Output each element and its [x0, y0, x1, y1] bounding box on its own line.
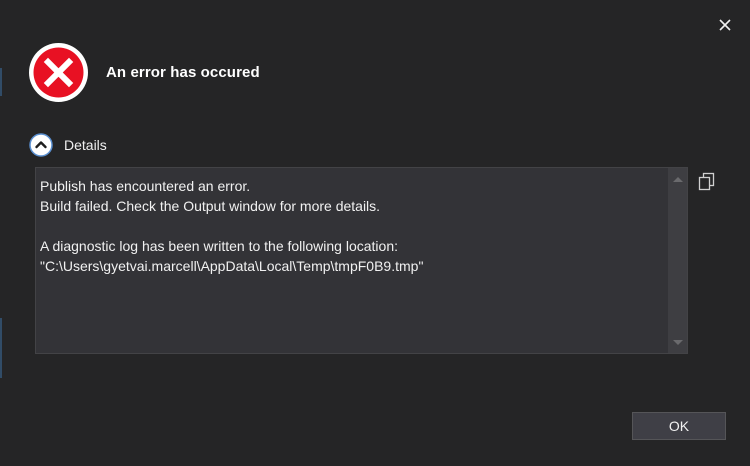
- close-icon: [719, 19, 731, 31]
- details-text-box[interactable]: Publish has encountered an error. Build …: [35, 167, 688, 354]
- vertical-scrollbar[interactable]: [668, 168, 687, 353]
- chevron-up-circle-icon: [29, 133, 53, 157]
- scroll-down-arrow-icon[interactable]: [673, 340, 683, 345]
- error-dialog: An error has occured Details Publish has…: [0, 0, 750, 466]
- window-edge-marker: [0, 318, 2, 378]
- dialog-header: An error has occured: [28, 41, 260, 103]
- details-toggle-label: Details: [64, 137, 107, 153]
- details-toggle[interactable]: Details: [29, 132, 107, 158]
- close-button[interactable]: [714, 14, 736, 36]
- details-text[interactable]: Publish has encountered an error. Build …: [40, 176, 665, 276]
- scroll-up-arrow-icon[interactable]: [673, 177, 683, 182]
- copy-button[interactable]: [698, 172, 716, 192]
- copy-icon: [698, 172, 715, 191]
- error-icon: [29, 42, 88, 102]
- ok-button[interactable]: OK: [632, 412, 726, 440]
- window-edge-marker: [0, 68, 2, 96]
- dialog-title: An error has occured: [106, 63, 260, 81]
